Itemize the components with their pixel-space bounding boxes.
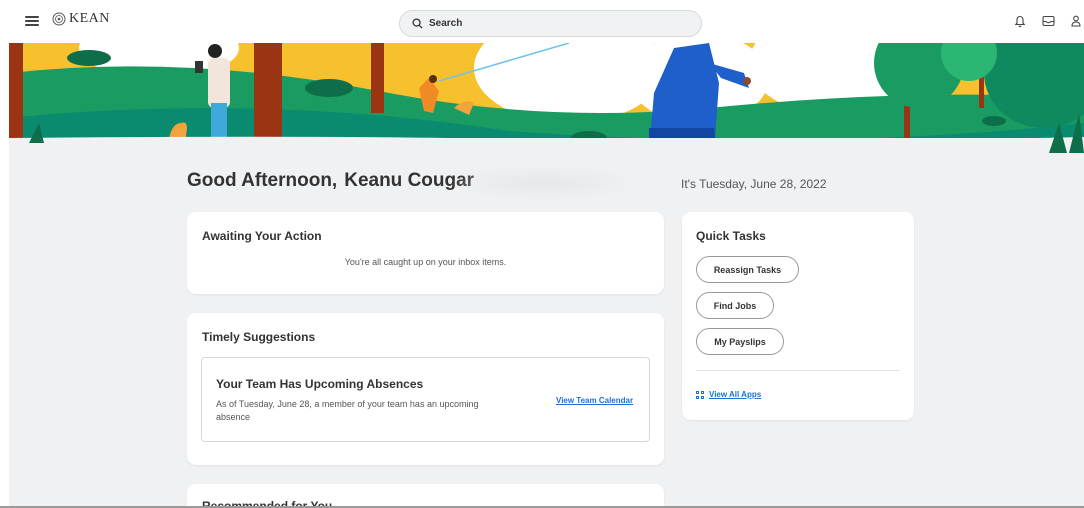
search-placeholder: Search [429, 18, 463, 29]
hero-illustration [9, 43, 1084, 153]
view-all-apps-label: View All Apps [709, 390, 762, 399]
view-all-apps-link[interactable]: View All Apps [696, 390, 761, 399]
search-icon [412, 18, 423, 29]
top-bar: KEAN Search [9, 0, 1084, 43]
find-jobs-button[interactable]: Find Jobs [696, 292, 774, 319]
profile-icon[interactable] [1068, 13, 1084, 29]
quick-tasks-title: Quick Tasks [696, 229, 766, 243]
awaiting-action-title: Awaiting Your Action [202, 229, 322, 243]
blurred-region [449, 165, 639, 201]
timely-suggestions-card: Timely Suggestions Your Team Has Upcomin… [187, 313, 664, 465]
date-text: It's Tuesday, June 28, 2022 [681, 177, 827, 191]
my-payslips-button[interactable]: My Payslips [696, 328, 784, 355]
bell-icon[interactable] [1012, 13, 1028, 29]
window-left-edge [0, 0, 9, 508]
hero-banner [9, 43, 1084, 153]
inbox-icon[interactable] [1040, 13, 1056, 29]
awaiting-action-card: Awaiting Your Action You're all caught u… [187, 212, 664, 294]
suggestion-title: Your Team Has Upcoming Absences [216, 377, 424, 391]
kean-seal-icon [52, 12, 66, 26]
menu-icon[interactable] [25, 14, 39, 28]
logo-text: KEAN [69, 11, 110, 26]
workday-home: KEAN Search Good Afternoon, Keanu Cougar… [9, 0, 1084, 508]
suggestion-item: Your Team Has Upcoming Absences As of Tu… [201, 357, 650, 442]
greeting: Good Afternoon, Keanu Cougar [187, 170, 474, 192]
header-actions [1012, 13, 1084, 29]
quick-tasks-divider [696, 370, 900, 371]
greeting-text: Good Afternoon, [187, 170, 338, 191]
quick-tasks-card: Quick Tasks Reassign Tasks Find Jobs My … [682, 212, 914, 420]
reassign-tasks-button[interactable]: Reassign Tasks [696, 256, 799, 283]
suggestion-description: As of Tuesday, June 28, a member of your… [216, 399, 479, 422]
search-input[interactable]: Search [399, 10, 702, 37]
recommended-card: Recommended for You [187, 484, 664, 508]
logo[interactable]: KEAN [52, 11, 110, 27]
awaiting-action-message: You're all caught up on your inbox items… [344, 257, 507, 267]
apps-grid-icon [696, 390, 704, 399]
timely-suggestions-title: Timely Suggestions [202, 330, 316, 344]
view-team-calendar-link[interactable]: View Team Calendar [556, 396, 633, 405]
